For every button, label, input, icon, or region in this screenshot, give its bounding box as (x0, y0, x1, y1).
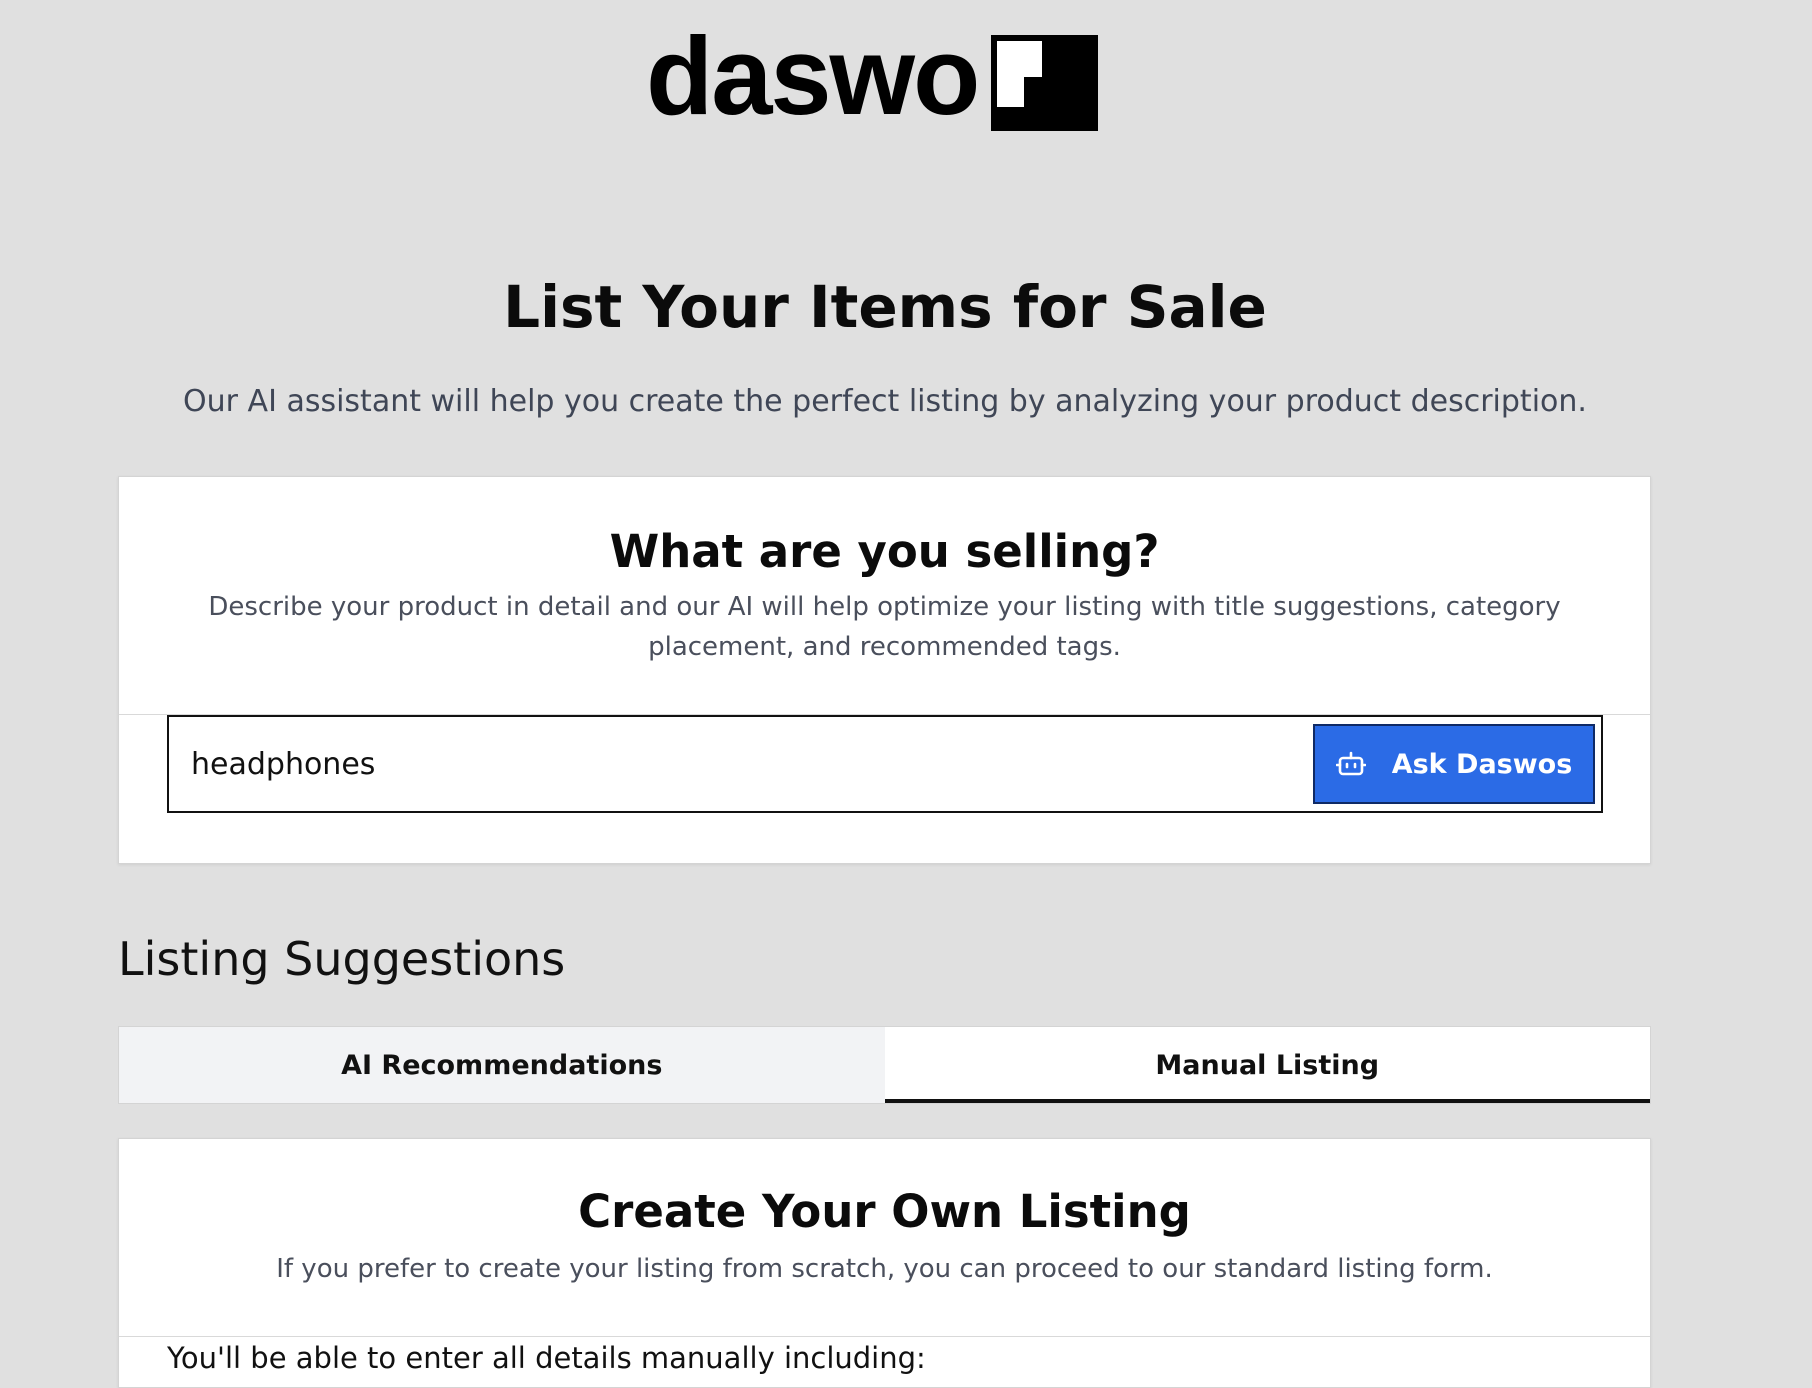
own-listing-description: If you prefer to create your listing fro… (276, 1254, 1493, 1284)
own-listing-title: Create Your Own Listing (578, 1185, 1191, 1238)
logo-mark-icon (991, 35, 1098, 131)
logo-text: daswo (646, 15, 980, 138)
listing-tabs: AI Recommendations Manual Listing (118, 1026, 1651, 1104)
page-title: List Your Items for Sale (503, 273, 1267, 341)
own-listing-card: Create Your Own Listing If you prefer to… (118, 1138, 1651, 1388)
tab-ai-recommendations[interactable]: AI Recommendations (119, 1027, 885, 1103)
own-listing-body-text: You'll be able to enter all details manu… (167, 1341, 926, 1375)
brand-logo[interactable]: daswo (646, 15, 1098, 138)
ask-daswos-button[interactable]: Ask Daswos (1313, 724, 1595, 804)
tab-manual-listing[interactable]: Manual Listing (884, 1031, 1650, 1103)
product-description-input[interactable] (191, 717, 1291, 811)
robot-icon (1335, 750, 1366, 778)
ask-daswos-label: Ask Daswos (1391, 748, 1573, 780)
page-subtitle: Our AI assistant will help you create th… (183, 384, 1587, 419)
product-search-box: Ask Daswos (167, 715, 1603, 813)
sell-card: What are you selling? Describe your prod… (118, 476, 1651, 864)
listing-suggestions-title: Listing Suggestions (118, 932, 566, 986)
sell-card-title: What are you selling? (609, 525, 1160, 578)
sell-card-description: Describe your product in detail and our … (208, 592, 1561, 662)
divider (119, 1336, 1650, 1337)
